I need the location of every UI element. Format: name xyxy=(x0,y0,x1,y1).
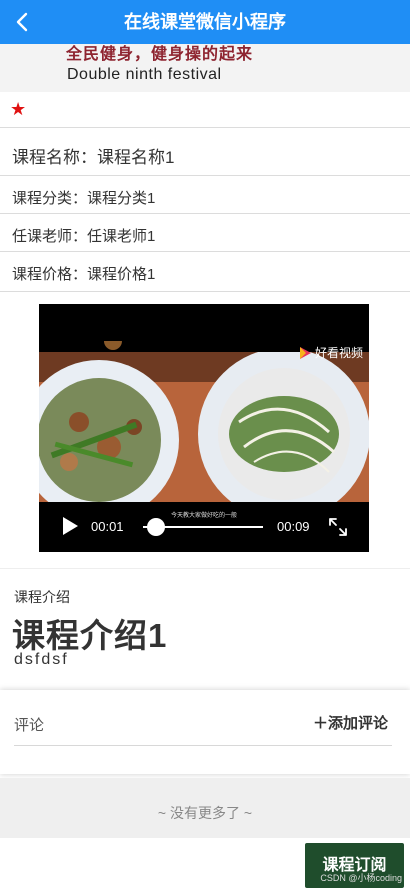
page-title: 在线课堂微信小程序 xyxy=(124,12,286,32)
course-banner: 全民健身，健身操的起来 Double ninth festival xyxy=(0,44,410,92)
divider xyxy=(14,745,392,746)
intro-label: 课程介绍 xyxy=(14,589,70,605)
comments-panel: 评论 ＋添加评论 xyxy=(0,690,410,774)
nav-bar: 在线课堂微信小程序 xyxy=(0,0,410,44)
course-intro: 课程介绍 课程介绍1 dsfdsf xyxy=(0,568,410,688)
course-category: 课程分类：课程分类1 xyxy=(12,190,156,207)
course-name-row: 课程名称：课程名称1 xyxy=(0,128,410,176)
course-teacher: 任课老师：任课老师1 xyxy=(12,228,156,245)
current-time: 00:01 xyxy=(91,519,124,534)
required-row: ★ xyxy=(0,92,410,128)
play-icon[interactable] xyxy=(61,516,79,536)
credit-text: CSDN @小杨coding xyxy=(320,873,402,883)
add-comment-button[interactable]: ＋添加评论 xyxy=(313,712,388,733)
course-price: 课程价格：课程价格1 xyxy=(12,266,156,283)
video-controls: 00:01 00:09 xyxy=(39,502,369,552)
video-topbar-artifact xyxy=(104,341,122,350)
course-price-row: 课程价格：课程价格1 xyxy=(0,252,410,292)
course-name: 课程名称：课程名称1 xyxy=(12,148,175,167)
video-player[interactable]: 好看视频 今天教大家做好吃的一般 00:01 00:09 xyxy=(39,304,369,552)
watermark-logo-icon xyxy=(299,346,311,359)
progress-knob[interactable] xyxy=(147,518,166,536)
course-teacher-row: 任课老师：任课老师1 xyxy=(0,214,410,252)
no-more-text: ~ 没有更多了 ~ xyxy=(157,805,253,821)
video-frame xyxy=(39,352,369,502)
no-more-footer: ~ 没有更多了 ~ xyxy=(0,778,410,838)
star-icon: ★ xyxy=(10,99,27,119)
intro-title: 课程介绍1 xyxy=(12,617,168,654)
fullscreen-icon[interactable] xyxy=(327,516,349,538)
banner-title: 全民健身，健身操的起来 xyxy=(66,46,254,63)
duration: 00:09 xyxy=(277,519,310,534)
plus-icon: ＋ xyxy=(312,715,328,732)
video-watermark: 好看视频 xyxy=(298,344,363,361)
intro-text: dsfdsf xyxy=(14,651,69,668)
comments-label: 评论 xyxy=(14,717,45,734)
banner-subtitle: Double ninth festival xyxy=(67,66,222,83)
course-category-row: 课程分类：课程分类1 xyxy=(0,176,410,214)
